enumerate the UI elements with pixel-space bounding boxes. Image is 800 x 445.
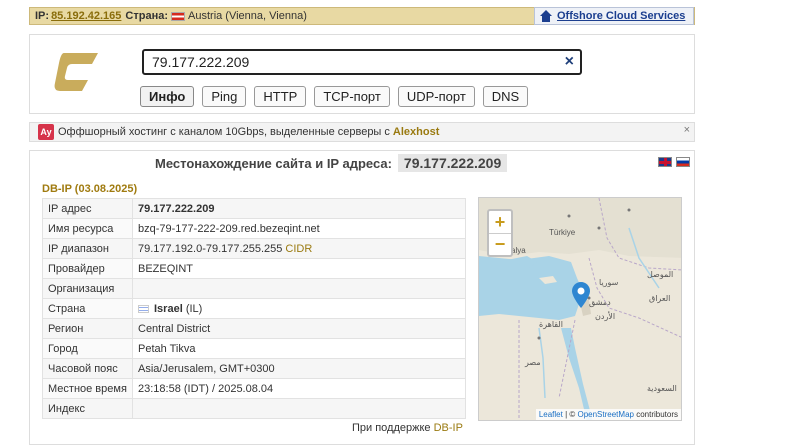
- table-row: Часовой пояс Asia/Jerusalem, GMT+0300: [42, 358, 466, 379]
- row-value: BEZEQINT: [132, 258, 466, 279]
- israel-flag-icon: [138, 304, 149, 313]
- country-label: Страна:: [125, 10, 169, 22]
- zoom-out-button[interactable]: −: [489, 233, 511, 255]
- ad-banner[interactable]: Ay Оффшорный хостинг с каналом 10Gbps, в…: [29, 122, 695, 142]
- row-key: Провайдер: [42, 258, 133, 279]
- map-attribution: Leaflet | © OpenStreetMap contributors: [535, 409, 681, 420]
- map-label-mosul: الموصل: [647, 270, 674, 279]
- row-key: IP диапазон: [42, 238, 133, 259]
- map-label-turkiye: Türkiye: [549, 228, 576, 237]
- cidr-link[interactable]: CIDR: [285, 243, 312, 255]
- row-value: 23:18:58 (IDT) / 2025.08.04: [132, 378, 466, 399]
- row-value-cell: Israel (IL): [132, 298, 466, 319]
- tab-tcp-port[interactable]: TCP-порт: [314, 86, 390, 107]
- map-label-cairo: القاهرة: [539, 320, 563, 329]
- table-row: IP диапазон 79.177.192.0-79.177.255.255 …: [42, 238, 466, 259]
- map-zoom-control: + −: [487, 209, 513, 257]
- title-ip: 79.177.222.209: [397, 154, 508, 172]
- ip-info-table: IP адрес 79.177.222.209 Имя ресурса bzq-…: [42, 198, 466, 419]
- page-title: Местонахождение сайта и IP адреса: 79.17…: [155, 154, 508, 172]
- row-key: IP адрес: [42, 198, 133, 219]
- search-value: 79.177.222.209: [152, 54, 250, 70]
- zoom-in-button[interactable]: +: [489, 211, 511, 233]
- table-row: Регион Central District: [42, 318, 466, 339]
- country-value: Austria (Vienna, Vienna): [188, 10, 307, 22]
- row-value: Asia/Jerusalem, GMT+0300: [132, 358, 466, 379]
- house-icon: [539, 10, 553, 22]
- map-label-syria: سوريا: [599, 278, 619, 287]
- site-logo[interactable]: [54, 51, 98, 93]
- table-row: IP адрес 79.177.222.209: [42, 198, 466, 219]
- data-source-label: DB-IP (03.08.2025): [42, 183, 138, 195]
- ip-label: IP:: [35, 10, 50, 22]
- row-key: Имя ресурса: [42, 218, 133, 239]
- location-panel: Местонахождение сайта и IP адреса: 79.17…: [29, 150, 695, 445]
- row-value: [132, 398, 466, 419]
- row-value: [132, 278, 466, 299]
- header: 79.177.222.209 × Инфо Ping HTTP TCP-порт…: [29, 34, 695, 114]
- table-row: Индекс: [42, 398, 466, 419]
- language-switcher: [658, 157, 690, 167]
- row-value: Petah Tikva: [132, 338, 466, 359]
- map-label-damascus: دمشق: [589, 298, 611, 307]
- row-key: Организация: [42, 278, 133, 299]
- table-row: Страна Israel (IL): [42, 298, 466, 319]
- map-label-saudi: السعودية: [647, 384, 677, 393]
- title-text: Местонахождение сайта и IP адреса:: [155, 155, 392, 171]
- location-map[interactable]: Türkiye Antalya الموصل سوريا العراق دمشق…: [478, 197, 682, 421]
- support-credit: При поддержке DB-IP: [352, 422, 463, 434]
- map-label-egypt: مصر: [525, 358, 541, 367]
- row-key: Местное время: [42, 378, 133, 399]
- table-row: Город Petah Tikva: [42, 338, 466, 359]
- tool-tabs: Инфо Ping HTTP TCP-порт UDP-порт DNS: [140, 86, 529, 107]
- leaflet-link[interactable]: Leaflet: [539, 410, 563, 419]
- row-value: 79.177.222.209: [132, 198, 466, 219]
- table-row: Имя ресурса bzq-79-177-222-209.red.bezeq…: [42, 218, 466, 239]
- row-key: Индекс: [42, 398, 133, 419]
- attrib-sep: | ©: [562, 410, 578, 419]
- tab-udp-port[interactable]: UDP-порт: [397, 86, 475, 107]
- offshore-cloud-link[interactable]: Offshore Cloud Services: [534, 7, 694, 25]
- table-row: Местное время 23:18:58 (IDT) / 2025.08.0…: [42, 378, 466, 399]
- location-marker-icon[interactable]: [572, 282, 590, 308]
- alexhost-icon: Ay: [38, 124, 54, 140]
- tab-ping[interactable]: Ping: [202, 86, 247, 107]
- tab-info[interactable]: Инфо: [140, 86, 195, 107]
- row-key: Страна: [42, 298, 133, 319]
- search-input[interactable]: 79.177.222.209 ×: [142, 49, 582, 75]
- row-value: bzq-79-177-222-209.red.bezeqint.net: [132, 218, 466, 239]
- offshore-label: Offshore Cloud Services: [557, 10, 686, 22]
- country-code: (IL): [185, 302, 203, 315]
- alexhost-link[interactable]: Alexhost: [393, 126, 439, 138]
- support-text: При поддержке: [352, 422, 431, 434]
- current-ip-link[interactable]: 85.192.42.165: [51, 10, 121, 22]
- row-key: Регион: [42, 318, 133, 339]
- austria-flag-icon: [171, 11, 186, 21]
- map-label-jordan: الأردن: [595, 312, 616, 321]
- tab-dns[interactable]: DNS: [482, 86, 529, 107]
- row-value-cell: 79.177.192.0-79.177.255.255 CIDR: [132, 238, 466, 259]
- russian-flag-icon[interactable]: [676, 157, 690, 167]
- close-icon[interactable]: ×: [684, 124, 690, 136]
- row-value: Israel: [154, 302, 183, 315]
- clear-icon[interactable]: ×: [565, 53, 574, 71]
- table-row: Провайдер BEZEQINT: [42, 258, 466, 279]
- table-row: Организация: [42, 278, 466, 299]
- row-key: Город: [42, 338, 133, 359]
- current-ip-bar: IP: 85.192.42.165 Страна: Austria (Vienn…: [29, 7, 695, 25]
- map-label-iraq: العراق: [649, 294, 671, 303]
- row-key: Часовой пояс: [42, 358, 133, 379]
- english-flag-icon[interactable]: [658, 157, 672, 167]
- row-value: 79.177.192.0-79.177.255.255: [138, 242, 283, 255]
- osm-link[interactable]: OpenStreetMap: [577, 410, 633, 419]
- ad-text: Оффшорный хостинг с каналом 10Gbps, выде…: [58, 126, 390, 138]
- attrib-tail: contributors: [633, 410, 678, 419]
- row-value: Central District: [132, 318, 466, 339]
- dbip-link[interactable]: DB-IP: [434, 422, 463, 434]
- tab-http[interactable]: HTTP: [254, 86, 307, 107]
